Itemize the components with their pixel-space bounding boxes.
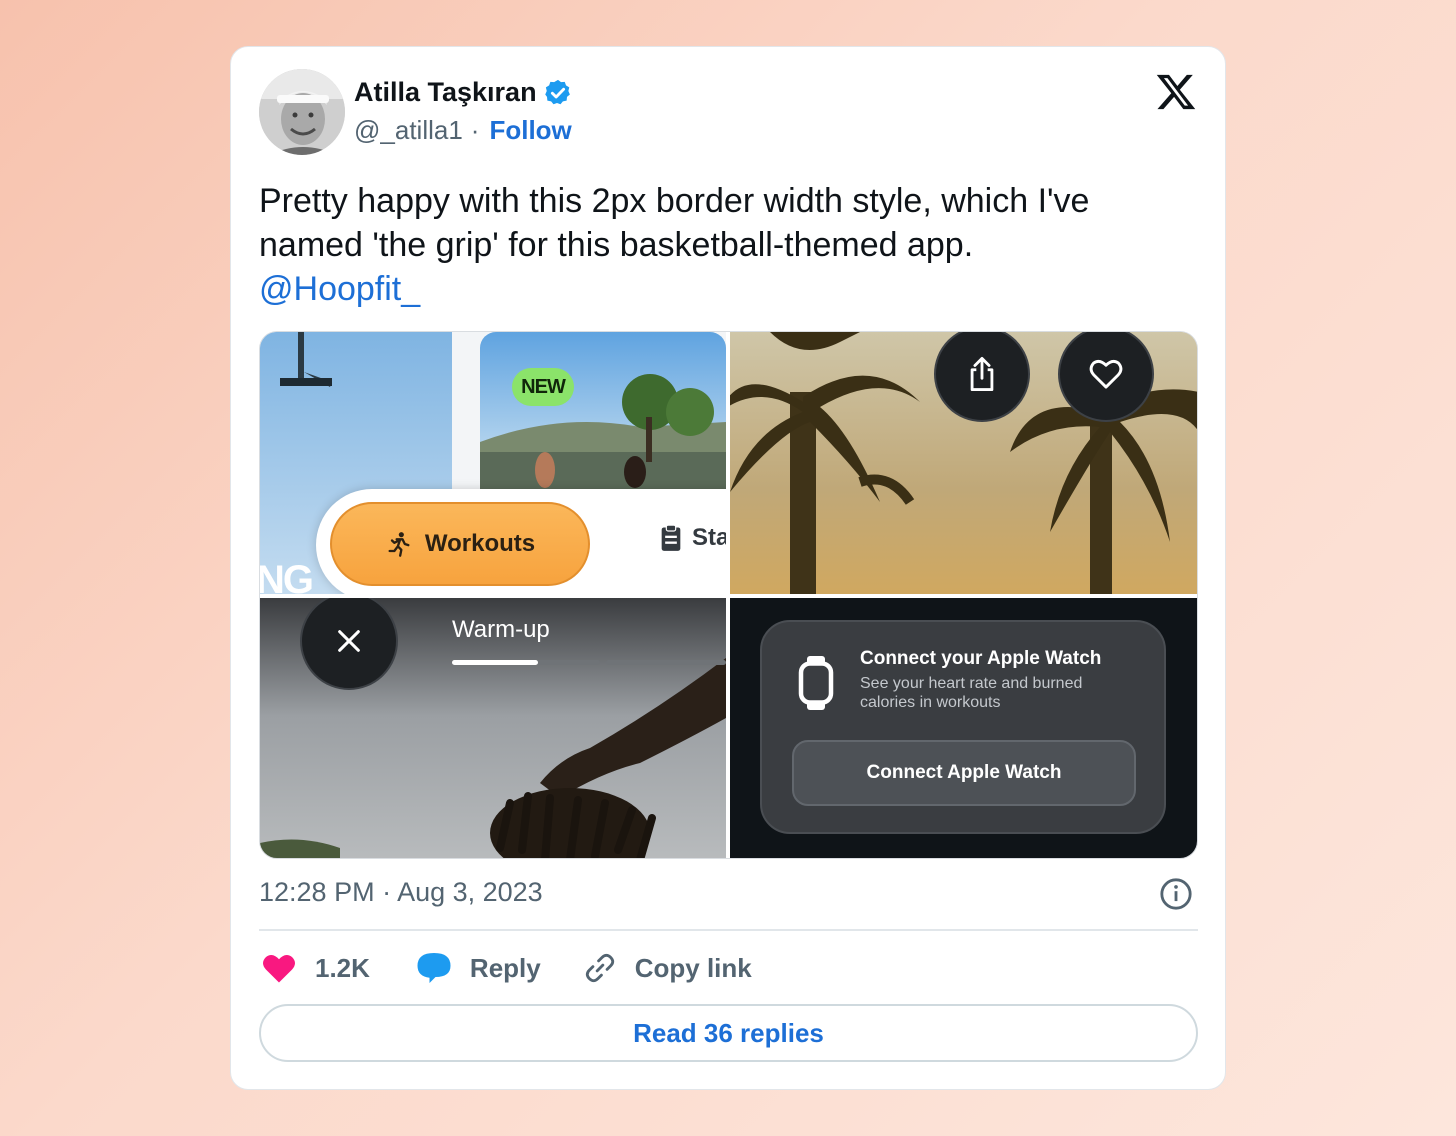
follow-button[interactable]: Follow bbox=[489, 115, 571, 146]
reply-bubble-icon bbox=[417, 953, 451, 983]
connect-apple-watch-button[interactable]: Connect Apple Watch bbox=[792, 740, 1136, 806]
share-icon bbox=[970, 356, 994, 391]
tweet-text: Pretty happy with this 2px border width … bbox=[259, 179, 1199, 311]
copy-link-label: Copy link bbox=[634, 952, 752, 983]
workouts-tab[interactable]: Workouts bbox=[330, 502, 590, 586]
like-button[interactable]: 1.2K bbox=[261, 952, 370, 984]
handle-row: @_atilla1 · Follow bbox=[354, 115, 572, 146]
author-name-row: Atilla Taşkıran bbox=[354, 77, 573, 108]
divider bbox=[259, 929, 1198, 931]
watch-card-subtitle: See your heart rate and burned calories … bbox=[860, 675, 1083, 711]
copy-link-button[interactable]: Copy link bbox=[583, 951, 752, 985]
warmup-label: Warm-up bbox=[452, 616, 550, 643]
media-tile-palms[interactable] bbox=[730, 332, 1197, 594]
author-name[interactable]: Atilla Taşkıran bbox=[354, 77, 537, 108]
progress-fill bbox=[452, 660, 538, 665]
close-icon bbox=[338, 630, 360, 652]
media-tile-connect-watch[interactable]: Connect your Apple Watch See your heart … bbox=[730, 598, 1197, 858]
avatar[interactable] bbox=[259, 69, 345, 155]
tweet-body: Pretty happy with this 2px border width … bbox=[259, 182, 1090, 264]
connect-watch-card: Connect your Apple Watch See your heart … bbox=[760, 620, 1166, 834]
heart-icon bbox=[1089, 359, 1123, 389]
like-count: 1.2K bbox=[315, 952, 370, 983]
action-bar: 1.2K Reply Copy link bbox=[261, 947, 752, 989]
progress-segment-2 bbox=[606, 660, 726, 665]
progress-segment-1 bbox=[452, 660, 600, 665]
author-handle[interactable]: @_atilla1 bbox=[354, 115, 463, 146]
media-tile-workouts[interactable]: NEW NG Workouts Sta bbox=[260, 332, 726, 594]
like-heart-icon bbox=[263, 954, 295, 983]
read-replies-button[interactable]: Read 36 replies bbox=[259, 1004, 1198, 1062]
media-tile-warmup[interactable]: Warm-up bbox=[260, 598, 726, 858]
watch-icon bbox=[798, 656, 834, 710]
new-badge: NEW bbox=[512, 368, 574, 406]
clipboard-icon bbox=[661, 524, 681, 551]
stats-tab[interactable]: Sta bbox=[660, 524, 726, 552]
partial-heading: NG bbox=[260, 558, 314, 594]
runner-icon bbox=[388, 532, 410, 557]
link-icon bbox=[585, 953, 614, 983]
workouts-label: Workouts bbox=[424, 530, 536, 557]
tweet-card: Atilla Taşkıran @_atilla1 · Follow Prett… bbox=[230, 46, 1226, 1090]
separator: · bbox=[470, 115, 480, 145]
watch-card-title: Connect your Apple Watch bbox=[860, 648, 1102, 669]
x-logo-icon[interactable] bbox=[1155, 71, 1197, 113]
tweet-timestamp[interactable]: 12:28 PM · Aug 3, 2023 bbox=[259, 877, 543, 908]
verified-badge-icon bbox=[544, 79, 570, 104]
reply-button[interactable]: Reply bbox=[416, 951, 541, 985]
info-icon[interactable] bbox=[1159, 877, 1193, 911]
mention-link[interactable]: @Hoopfit_ bbox=[259, 270, 420, 308]
stats-label: Sta bbox=[692, 524, 726, 551]
reply-label: Reply bbox=[469, 952, 541, 983]
media-grid[interactable]: NEW NG Workouts Sta Warm-up Connect your… bbox=[259, 331, 1198, 859]
